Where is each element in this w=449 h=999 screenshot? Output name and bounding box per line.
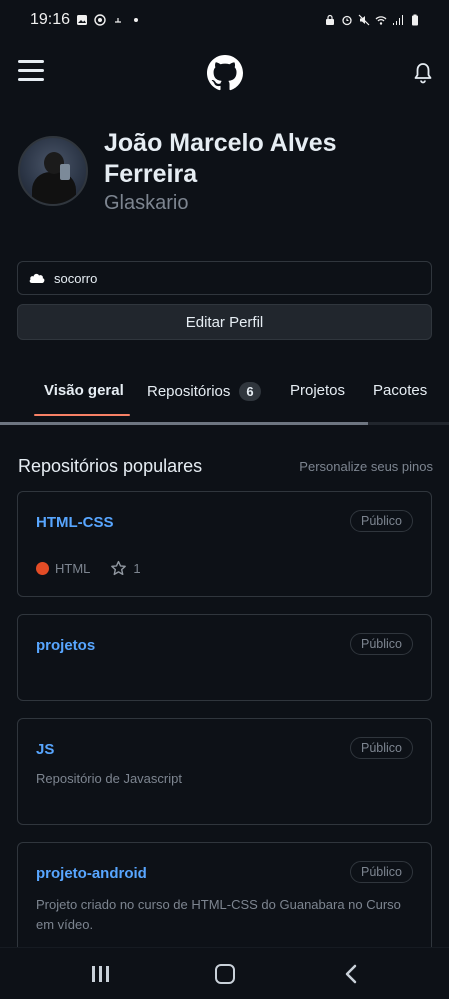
popular-repos-header: Repositórios populares Personalize seus … [18, 456, 433, 477]
popular-repos-title: Repositórios populares [18, 456, 203, 476]
more-notifications-icon [134, 18, 139, 22]
repositories-count-badge: 6 [239, 382, 261, 401]
app-header [0, 40, 449, 106]
visibility-badge: Público [350, 510, 413, 532]
tab-projects[interactable]: Projetos [290, 382, 345, 399]
system-navigation-bar [0, 947, 449, 999]
home-icon[interactable] [215, 964, 235, 984]
tabs-scrollbar-thumb[interactable] [0, 422, 368, 425]
profile-name: João Marcelo Alves Ferreira [104, 129, 337, 188]
hamburger-menu-icon[interactable] [18, 60, 44, 82]
tab-overview-label: Visão geral [44, 382, 124, 399]
wifi-icon [375, 16, 387, 25]
repo-card[interactable]: projetos Público [17, 614, 432, 701]
repo-stars-count: 1 [133, 561, 141, 576]
signal-icon [393, 15, 403, 25]
tab-repositories[interactable]: Repositórios 6 [147, 382, 261, 401]
repo-meta: HTML 1 [36, 560, 141, 577]
recent-apps-icon[interactable] [90, 964, 110, 984]
language-color-dot [36, 562, 49, 575]
usb-notification-icon [115, 18, 122, 23]
profile-login: Glaskario [104, 192, 189, 214]
alarm-icon [342, 15, 352, 26]
tabs-scrollbar[interactable] [0, 422, 449, 425]
repo-name-link[interactable]: JS [36, 741, 54, 758]
edit-profile-button[interactable]: Editar Perfil [17, 304, 432, 340]
repo-language: HTML [55, 561, 91, 576]
mute-icon [358, 14, 370, 26]
profile-tabs: Visão geral Repositórios 6 Projetos Paco… [0, 366, 449, 424]
repo-name-link[interactable]: projeto-android [36, 865, 147, 882]
tab-overview[interactable]: Visão geral [44, 382, 124, 399]
repo-description: Projeto criado no curso de HTML-CSS do G… [36, 897, 401, 932]
github-logo-icon[interactable] [206, 55, 243, 91]
customize-pins-link[interactable]: Personalize seus pinos [299, 459, 433, 474]
repo-name-link[interactable]: projetos [36, 637, 95, 654]
back-icon[interactable] [342, 963, 362, 985]
visibility-badge: Público [350, 861, 413, 883]
lock-icon [326, 14, 334, 25]
clock: 19:16 [30, 11, 71, 28]
active-tab-indicator [34, 414, 130, 416]
visibility-badge: Público [350, 737, 413, 759]
status-text: socorro [54, 270, 98, 286]
avatar[interactable] [18, 136, 88, 206]
whatsapp-notification-icon [94, 14, 106, 26]
tab-repositories-label: Repositórios [147, 383, 231, 400]
tab-packages[interactable]: Pacotes [373, 382, 427, 399]
bell-icon[interactable] [413, 62, 433, 84]
repo-card[interactable]: projeto-android Público Projeto criado n… [17, 842, 432, 962]
star-icon [111, 560, 127, 576]
tab-projects-label: Projetos [290, 382, 346, 399]
gallery-notification-icon [77, 15, 88, 25]
tab-packages-label: Pacotes [373, 382, 428, 399]
repo-description: Repositório de Javascript [36, 771, 182, 786]
profile-header: João Marcelo Alves Ferreira Glaskario [18, 128, 438, 228]
user-status[interactable]: socorro [17, 261, 432, 295]
repo-name-link[interactable]: HTML-CSS [36, 514, 114, 531]
repo-card[interactable]: HTML-CSS Público HTML 1 [17, 491, 432, 597]
cloud-emoji-icon [29, 273, 45, 283]
battery-icon [412, 14, 418, 26]
repo-card[interactable]: JS Público Repositório de Javascript [17, 718, 432, 825]
visibility-badge: Público [350, 633, 413, 655]
system-status-bar: 19:16 [0, 0, 449, 40]
